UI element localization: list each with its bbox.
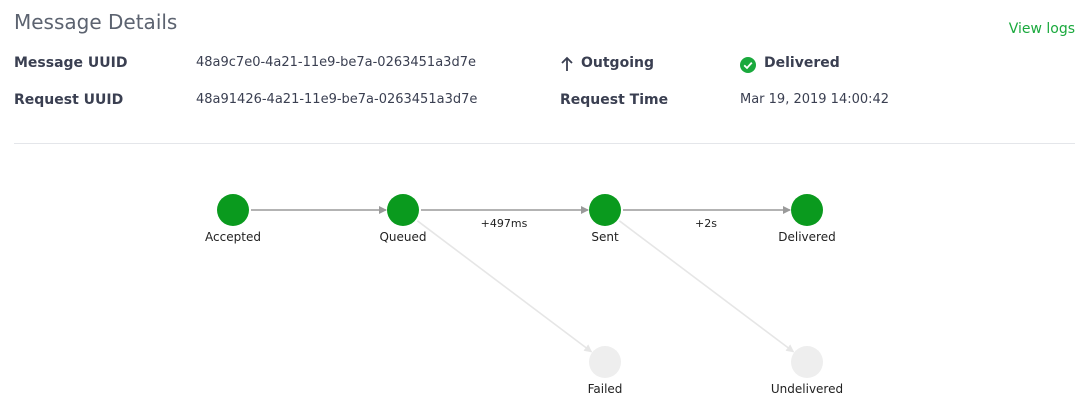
node-label-undelivered: Undelivered	[771, 382, 843, 396]
edge-queued-failed	[416, 220, 593, 353]
edge-sent-undelivered	[618, 220, 795, 353]
node-label-sent: Sent	[591, 230, 619, 244]
node-delivered	[791, 194, 823, 226]
node-label-queued: Queued	[379, 230, 426, 244]
node-label-failed: Failed	[588, 382, 623, 396]
node-queued	[387, 194, 419, 226]
node-label-accepted: Accepted	[205, 230, 261, 244]
message-flow-diagram: +497ms +2s Accepted Queued Sent Delivered Fail…	[205, 194, 843, 396]
node-failed	[589, 346, 621, 378]
node-accepted	[217, 194, 249, 226]
edge-label-queued-sent: +497ms	[481, 217, 528, 230]
node-undelivered	[791, 346, 823, 378]
edge-label-sent-delivered: +2s	[695, 217, 717, 230]
node-label-delivered: Delivered	[778, 230, 835, 244]
node-sent	[589, 194, 621, 226]
